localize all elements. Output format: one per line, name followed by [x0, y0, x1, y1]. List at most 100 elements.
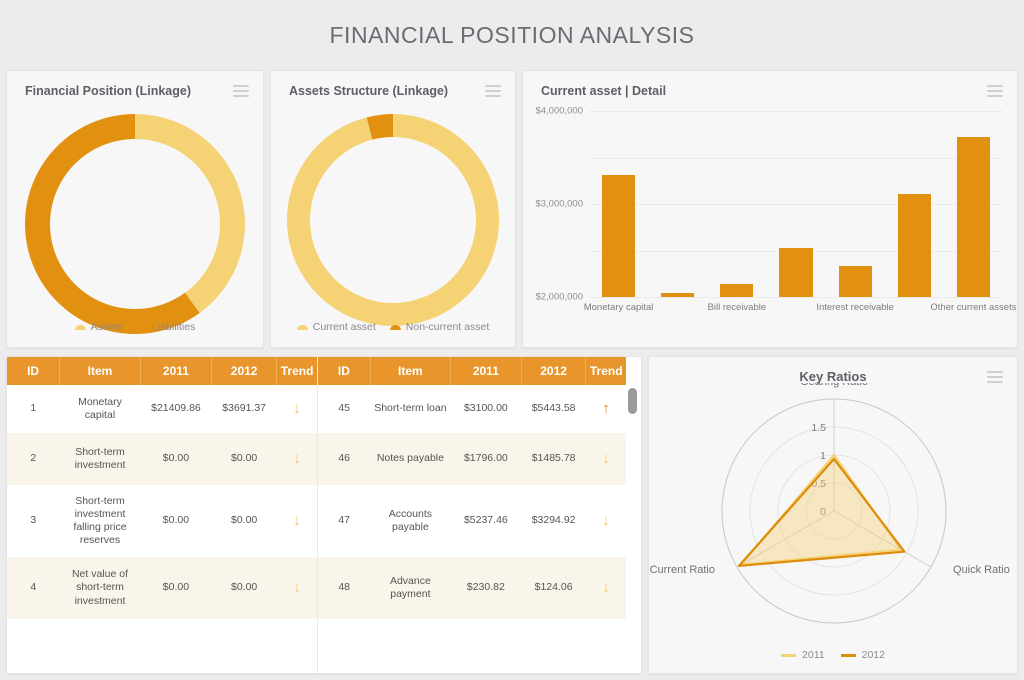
radar-radial-tick: 1 [820, 450, 826, 462]
table-scrollbar-thumb[interactable] [628, 388, 637, 414]
legend-label-assets: Assets [90, 321, 123, 333]
table-cell-id: 3 [30, 514, 37, 527]
table-cell-2012: $3691.37 [222, 402, 267, 415]
bar-chart-bar[interactable] [661, 293, 695, 297]
radar-axis-label-current-ratio: Current Ratio [650, 564, 715, 576]
legend-marker-2012 [840, 653, 856, 657]
panel-title-financial-position: Financial Position (Linkage) [25, 84, 191, 98]
table-row[interactable]: 48 Advance payment $230.82 $124.06 ↓ [318, 557, 626, 619]
table-right-wrapper: ID Item 2011 2012 Trend 45 Short-term loan $31… [318, 357, 626, 619]
table-cell-trend: ↓ [277, 385, 317, 433]
bar-chart-bar[interactable] [720, 283, 754, 297]
bar-chart-gridline: $2,000,000 [535, 204, 1003, 303]
table-column-header[interactable]: 2012 [211, 357, 278, 385]
panel-data-tables: ID Item 2011 2012 Trend 1 Monetary capital $21… [6, 356, 642, 674]
table-cell-trend: ↓ [586, 485, 626, 557]
panel-title-key-ratios: Key Ratios [799, 369, 867, 384]
table-cell-id: 47 [338, 514, 351, 527]
legend-marker-2011 [781, 653, 797, 657]
table-cell-2011: $0.00 [140, 433, 212, 485]
trend-down-icon: ↓ [602, 511, 610, 529]
bar-chart-gridline: $4,000,000 [535, 106, 1003, 117]
trend-down-icon: ↓ [293, 399, 301, 417]
bar-chart-plot-area: $0$1,000,000$2,000,000$3,000,000$4,000,0… [535, 106, 1016, 314]
panel-assets-structure: Assets Structure (Linkage) Current asset… [270, 70, 516, 348]
table-column-header[interactable]: Trend [585, 357, 626, 385]
donut-svg-assets-structure [287, 114, 499, 326]
radar-axis-label-gearing-ratio: Gearing Ratio [800, 383, 868, 388]
bar-chart-bar[interactable] [838, 265, 872, 297]
table-cell-id: 4 [7, 557, 60, 619]
bar-chart-x-axis-tick: Interest receivable [816, 302, 894, 313]
table-header-row: ID Item 2011 2012 Trend [7, 357, 317, 385]
table-cell-trend: ↓ [276, 433, 317, 485]
bar-chart-bar[interactable] [956, 136, 990, 297]
panel-title-current-asset-detail: Current asset | Detail [541, 84, 667, 98]
table-cell-2012: $5443.58 [531, 402, 576, 415]
dashboard-root: FINANCIAL POSITION ANALYSIS Financial Po… [0, 0, 1024, 680]
table-column-header[interactable]: 2011 [140, 357, 213, 385]
donut-assets-structure [271, 109, 515, 331]
table-cell-trend: ↓ [276, 557, 317, 619]
table-cell-2012: $124.06 [521, 557, 586, 619]
table-row[interactable]: 1 Monetary capital $21409.86 $3691.37 ↓ [7, 385, 317, 433]
legend-item-current-asset[interactable]: Current asset [296, 321, 376, 333]
table-divider [317, 357, 318, 673]
table-cell-2011: $5237.46 [463, 514, 508, 527]
legend-item-non-current-asset[interactable]: Non-current asset [389, 321, 489, 333]
radar-axis-label-quick-ratio: Quick Ratio [953, 564, 1010, 576]
hamburger-menu-icon[interactable] [233, 85, 249, 97]
table-row[interactable]: 47 Accounts payable $5237.46 $3294.92 ↓ [318, 485, 626, 557]
table-column-header[interactable]: Trend [276, 357, 317, 385]
table-cell-2011: $230.82 [450, 557, 522, 619]
legend-item-liabilities[interactable]: Liabilities [136, 321, 195, 333]
table-cell-id: 48 [318, 557, 371, 619]
bar-chart-bar[interactable] [779, 248, 813, 297]
page-title: FINANCIAL POSITION ANALYSIS [329, 22, 695, 48]
bar-chart-x-axis-tick: Other current assets [930, 302, 1017, 313]
hamburger-menu-icon[interactable] [987, 85, 1003, 97]
table-column-header[interactable]: ID [318, 357, 371, 385]
table-cell-id: 1 [30, 402, 37, 415]
panel-current-asset-detail: Current asset | Detail $0$1,000,000$2,00… [522, 70, 1018, 348]
legend-label-liabilities: Liabilities [152, 321, 196, 333]
legend-item-2011[interactable]: 2011 [781, 649, 825, 661]
legend-assets-structure: Current asset Non-current asset [271, 321, 515, 333]
table-column-header[interactable]: Item [59, 357, 141, 385]
table-cell-trend: ↓ [585, 433, 626, 485]
table-cell-item: Advance payment [370, 557, 451, 619]
panel-title-assets-structure: Assets Structure (Linkage) [289, 84, 449, 98]
table-column-header[interactable]: 2011 [450, 357, 522, 385]
table-scrollbar[interactable] [628, 386, 637, 669]
trend-down-icon: ↓ [602, 578, 610, 596]
table-column-header[interactable]: 2012 [521, 357, 587, 385]
table-row[interactable]: 45 Short-term loan $3100.00 $5443.58 ↑ [318, 385, 626, 433]
table-cell-2011: $1796.00 [450, 433, 522, 485]
table-cell-item: Notes payable [370, 433, 451, 485]
bar-chart-bar[interactable] [897, 193, 931, 297]
table-column-header[interactable]: ID [7, 357, 61, 385]
table-cell-2012: $0.00 [211, 433, 277, 485]
table-header-row: ID Item 2011 2012 Trend [318, 357, 626, 385]
table-cell-trend: ↑ [586, 385, 626, 433]
bar-chart-bar[interactable] [602, 175, 636, 297]
table-row[interactable]: 2 Short-term investment $0.00 $0.00 ↓ [7, 433, 317, 485]
legend-item-assets[interactable]: Assets [74, 321, 123, 333]
table-row[interactable]: 4 Net value of short-term investment $0.00… [7, 557, 317, 619]
donut-slice-current-asset[interactable] [287, 114, 499, 326]
table-row[interactable]: 3 Short-term investment falling price res… [7, 485, 317, 557]
hamburger-menu-icon[interactable] [987, 371, 1003, 383]
table-cell-2011: $21409.86 [151, 402, 201, 415]
legend-item-2012[interactable]: 2012 [840, 649, 885, 661]
table-cell-item: Monetary capital [78, 395, 122, 421]
table-cell-trend: ↓ [277, 485, 317, 557]
legend-marker-assets [74, 324, 86, 330]
donut-slice-assets[interactable] [135, 114, 245, 313]
table-column-header[interactable]: Item [370, 357, 451, 385]
table-cell-id: 46 [318, 433, 371, 485]
hamburger-menu-icon[interactable] [485, 85, 501, 97]
table-row[interactable]: 46 Notes payable $1796.00 $1485.78 ↓ [318, 433, 626, 485]
trend-up-icon: ↑ [602, 399, 610, 417]
table-cell-id: 45 [338, 402, 351, 415]
radar-series-2011[interactable] [739, 453, 903, 566]
